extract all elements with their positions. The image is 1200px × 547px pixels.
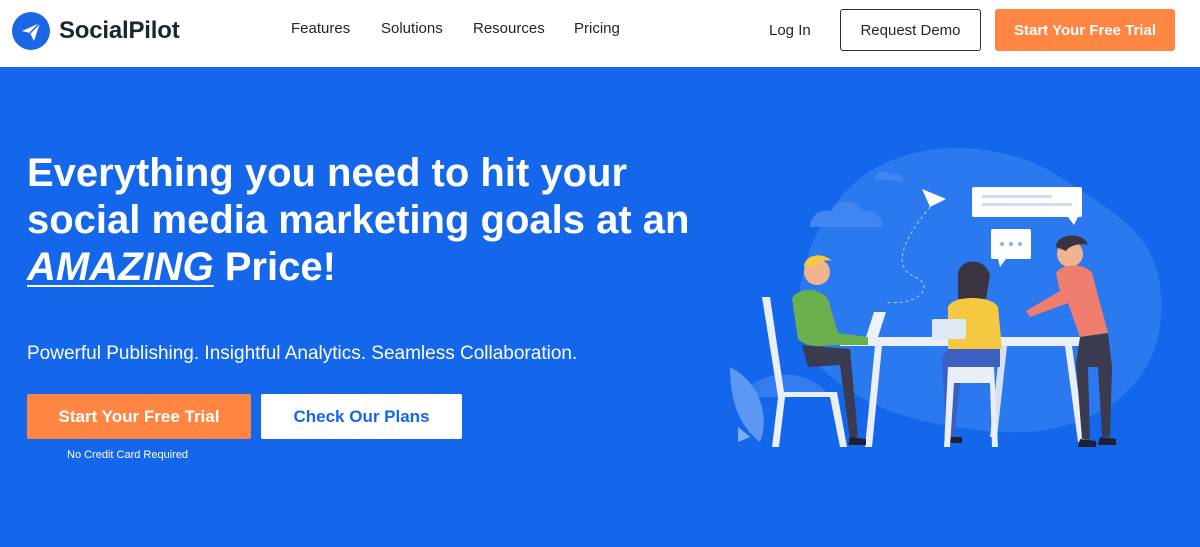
brand-logo[interactable]: SocialPilot: [12, 12, 180, 50]
request-demo-button[interactable]: Request Demo: [840, 9, 981, 51]
headline-end: Price!: [213, 245, 336, 289]
laptop: [932, 319, 966, 339]
start-free-trial-button-nav[interactable]: Start Your Free Trial: [995, 9, 1175, 51]
start-free-trial-button[interactable]: Start Your Free Trial: [27, 394, 251, 439]
hero-subtitle: Powerful Publishing. Insightful Analytic…: [27, 343, 578, 364]
paper-plane-icon: [12, 12, 50, 50]
nav-resources[interactable]: Resources: [473, 20, 545, 37]
brand-name: SocialPilot: [59, 17, 180, 44]
nav-solutions[interactable]: Solutions: [381, 20, 443, 37]
headline-line-1: Everything you need to hit your: [27, 151, 628, 195]
login-link[interactable]: Log In: [769, 22, 811, 39]
headline-emphasis: AMAZING: [27, 245, 214, 289]
no-credit-card-note: No Credit Card Required: [67, 449, 189, 461]
headline-line-2: social media marketing goals at an: [27, 198, 690, 242]
team-illustration: [730, 148, 1162, 447]
plant-icon: [730, 367, 764, 442]
hero-headline: Everything you need to hit your social m…: [27, 150, 707, 291]
nav-features[interactable]: Features: [291, 20, 350, 37]
top-navigation-bar: SocialPilot Features Solutions Resources…: [0, 0, 1200, 67]
chat-bubble: [972, 187, 1082, 217]
check-plans-button[interactable]: Check Our Plans: [261, 394, 462, 439]
nav-pricing[interactable]: Pricing: [574, 20, 620, 37]
